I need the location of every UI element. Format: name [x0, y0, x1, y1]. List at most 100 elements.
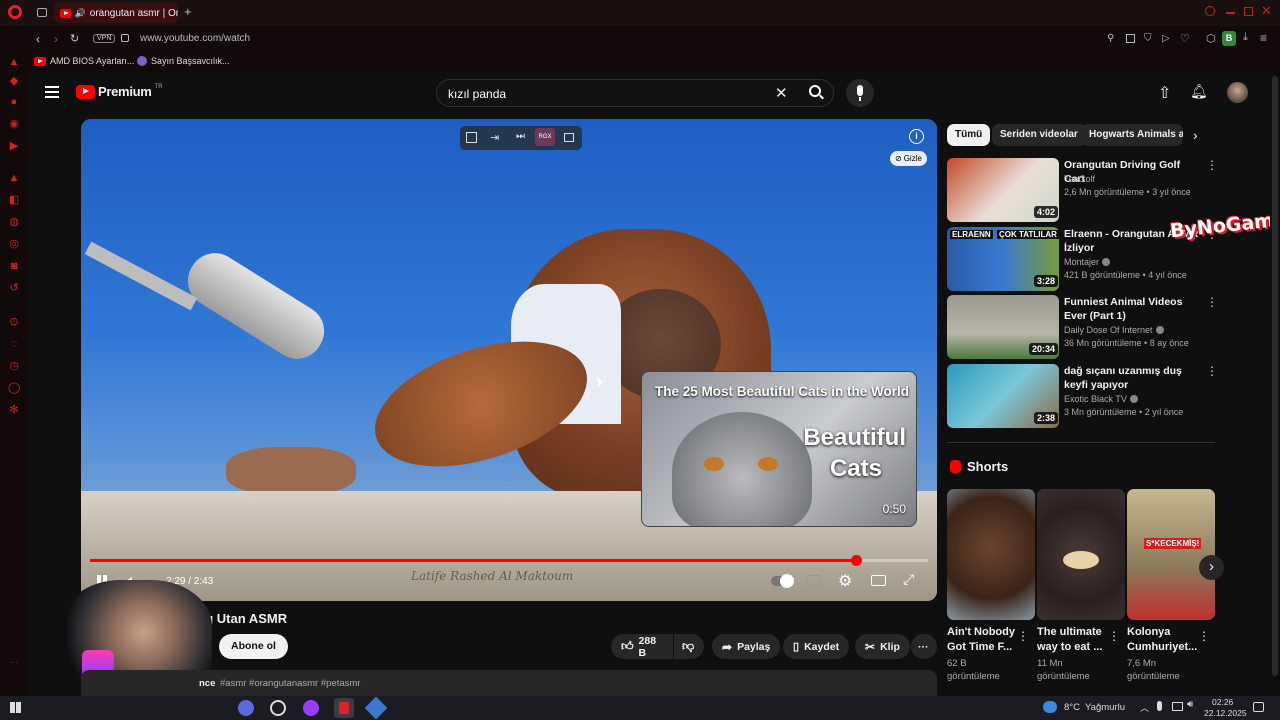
clip-button[interactable]: ✂ Klip	[855, 634, 910, 659]
search-button[interactable]	[800, 79, 830, 107]
player-icon[interactable]: ▶	[8, 140, 20, 152]
person-icon[interactable]: ●	[8, 96, 20, 108]
clock-icon[interactable]: ◷	[8, 360, 20, 372]
windows-start-icon[interactable]	[10, 702, 21, 713]
clock-time[interactable]: 02:26	[1212, 697, 1233, 707]
heart-icon[interactable]: ♡	[1180, 32, 1190, 45]
progress-scrubber[interactable]	[850, 555, 862, 566]
taskbar-app-icon[interactable]	[238, 700, 254, 716]
info-icon[interactable]: i	[909, 129, 924, 144]
clock-date[interactable]: 22.12.2025	[1204, 708, 1247, 718]
speaker-tray-icon[interactable]: 🔊︎	[1187, 699, 1193, 710]
instagram-icon[interactable]: ◎	[8, 238, 20, 250]
messenger-icon[interactable]: ◧	[8, 194, 20, 206]
minimize-button[interactable]	[1226, 12, 1235, 14]
tray-chevron-icon[interactable]: ︿	[1140, 701, 1149, 714]
more-vertical-icon[interactable]: ⋮	[1108, 629, 1120, 643]
theater-mode-icon[interactable]	[871, 575, 886, 586]
chat-icon[interactable]: ◯	[8, 382, 20, 394]
related-video[interactable]: 20:34 Funniest Animal Videos Ever (Part …	[947, 295, 1218, 359]
hide-button[interactable]: ⊘ Gizle	[890, 151, 927, 166]
popout-icon[interactable]	[466, 132, 477, 143]
subscribe-button[interactable]: Abone ol	[219, 634, 288, 659]
short-card[interactable]	[1037, 489, 1125, 620]
share-button[interactable]: ➦ Paylaş	[712, 634, 781, 659]
hamburger-menu-icon[interactable]	[45, 86, 59, 98]
rgx-badge[interactable]: RGX	[535, 128, 555, 146]
more-vertical-icon[interactable]: ⋮	[1206, 295, 1218, 309]
network-icon[interactable]	[1172, 702, 1183, 711]
account-avatar[interactable]	[1227, 82, 1248, 103]
vpn-badge[interactable]: VPN	[93, 34, 116, 43]
progress-bar[interactable]	[90, 555, 928, 566]
bookmark-bassavcilik[interactable]: Sayın Başsavcılık...	[137, 56, 230, 66]
speed-dial-icon[interactable]: ⊙	[8, 316, 20, 328]
bulb-icon[interactable]: ◉	[8, 118, 20, 130]
weather-text[interactable]: 8°C Yağmurlu	[1064, 702, 1125, 713]
hashtags[interactable]: #asmr #orangutanasmr #petasmr	[220, 678, 360, 689]
download-icon[interactable]: ⤓	[1243, 31, 1248, 44]
notifications-icon[interactable]	[1253, 702, 1264, 712]
opera-logo-icon[interactable]	[8, 5, 22, 19]
subtitles-icon[interactable]	[806, 575, 821, 586]
forward-icon[interactable]: ›	[54, 32, 58, 46]
chip-all[interactable]: Tümü	[947, 124, 991, 146]
pin-icon[interactable]: ◆	[8, 75, 20, 87]
taskbar-app-icon[interactable]	[303, 700, 319, 716]
vpn-shield-icon[interactable]: ▷	[1162, 33, 1170, 44]
upload-icon[interactable]: ⇧	[1158, 83, 1171, 103]
more-vertical-icon[interactable]: ⋮	[1206, 364, 1218, 378]
snapshot-icon[interactable]	[1126, 34, 1135, 43]
dislike-button[interactable]: 👎︎	[674, 634, 704, 659]
history-icon[interactable]: ↺	[8, 282, 20, 294]
chip-series[interactable]: Seriden videolar	[992, 124, 1086, 146]
autoplay-toggle[interactable]	[771, 574, 794, 588]
more-actions-button[interactable]: ···	[911, 634, 937, 659]
next-video-icon[interactable]: ⏭	[516, 131, 525, 142]
shield-icon[interactable]: ⛉	[1144, 33, 1152, 44]
downloads-icon[interactable]: ◌	[8, 338, 20, 350]
theater-toggle-icon[interactable]	[564, 133, 574, 142]
video-player[interactable]: Latife Rashed Al Maktoum ⇥ ⏭ RGX i ⊘ Giz…	[81, 119, 937, 601]
short-card[interactable]: S*KECEKMİŞ!	[1127, 489, 1215, 620]
notifications-bell-icon[interactable]: 🔔︎	[1190, 83, 1208, 100]
fullscreen-icon[interactable]: ⤢	[903, 571, 914, 588]
more-vertical-icon[interactable]: ⋮	[1206, 158, 1218, 172]
url-text[interactable]: www.youtube.com/watch	[140, 33, 250, 44]
close-window-button[interactable]: ✕	[1261, 3, 1272, 19]
clear-search-icon[interactable]: ✕	[775, 84, 788, 102]
voice-search-button[interactable]	[846, 79, 874, 107]
related-video[interactable]: 4:02 Orangutan Driving Golf Cart TenGolf…	[947, 158, 1218, 222]
more-vertical-icon[interactable]: ⋮	[1198, 629, 1210, 643]
scrollbar-thumb[interactable]	[1272, 76, 1278, 676]
taskbar-app-icon[interactable]	[364, 696, 388, 720]
detach-icon[interactable]: ⇥	[490, 131, 499, 144]
shorts-next-button[interactable]: ›	[1199, 555, 1224, 580]
new-tab-button[interactable]: +	[184, 4, 192, 19]
profile-avatar[interactable]: B	[1222, 31, 1236, 46]
bookmark-amd[interactable]: AMD BIOS Ayarları...	[34, 56, 134, 66]
discord-icon[interactable]: ◙	[8, 260, 20, 272]
more-vertical-icon[interactable]: ⋮	[1017, 629, 1029, 643]
search-tabs-icon[interactable]	[1205, 6, 1215, 16]
microphone-tray-icon[interactable]	[1157, 701, 1162, 711]
related-video[interactable]: 2:38 dağ sıçanı uzanmış duş keyfi yapıyo…	[947, 364, 1218, 428]
back-icon[interactable]: ‹	[36, 32, 40, 46]
aria-icon[interactable]: ▲	[8, 56, 20, 68]
settings-icon[interactable]: ✻	[8, 404, 20, 416]
end-screen-card[interactable]: The 25 Most Beautiful Cats in the World …	[641, 371, 917, 527]
weather-icon[interactable]	[1043, 701, 1057, 713]
lock-icon[interactable]	[121, 34, 129, 42]
extensions-icon[interactable]: ⬡	[1206, 32, 1216, 45]
bookmark-icon[interactable]: ⚲	[1107, 33, 1114, 44]
more-icon[interactable]: ···	[8, 657, 20, 669]
chip-hogwarts[interactable]: Hogwarts Animals ad	[1081, 124, 1183, 146]
like-button[interactable]: 👍︎ 288 B	[611, 634, 673, 659]
tab-switcher-icon[interactable]	[37, 8, 47, 17]
tab-active[interactable]: 🔊 orangutan asmr | Oran	[54, 3, 178, 23]
maximize-button[interactable]	[1244, 7, 1253, 16]
save-button[interactable]: ▯ Kaydet	[783, 634, 850, 659]
youtube-premium-logo[interactable]: Premium TR	[76, 84, 163, 99]
reload-icon[interactable]: ↻	[70, 32, 79, 45]
taskbar-app-icon[interactable]	[334, 698, 354, 718]
